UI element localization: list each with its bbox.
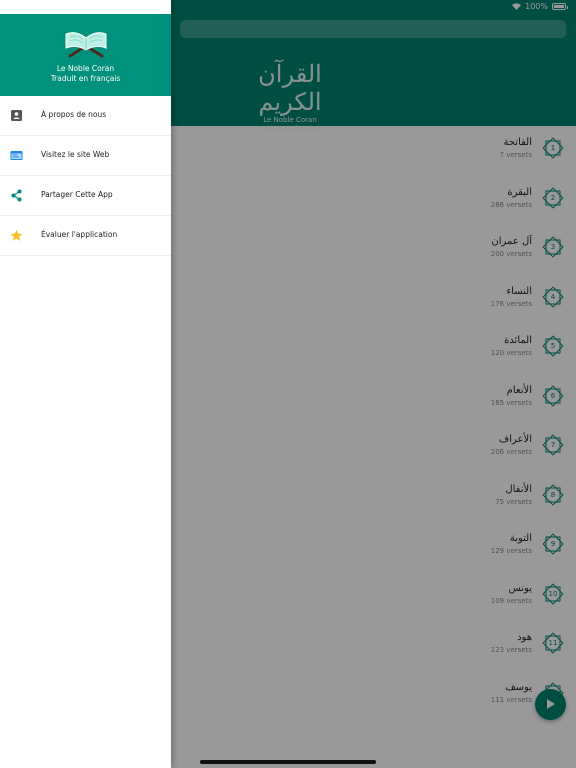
menu-item-rate[interactable]: Évaluer l'application — [0, 216, 171, 256]
drawer-title: Le Noble Coran Traduit en français — [0, 64, 171, 84]
menu-item-website[interactable]: Visitez le site Web — [0, 136, 171, 176]
open-book-icon — [65, 32, 107, 58]
star-icon — [10, 229, 23, 241]
drawer-menu: À propos de nous Visitez le site Web Par… — [0, 96, 171, 256]
contact-card-icon — [11, 110, 22, 121]
home-indicator[interactable] — [200, 760, 376, 764]
menu-item-label: Partager Cette App — [41, 190, 113, 199]
drawer-title-line2: Traduit en français — [50, 74, 121, 83]
navigation-drawer: Le Noble Coran Traduit en français À pro… — [0, 0, 171, 768]
menu-item-label: Évaluer l'application — [41, 230, 118, 239]
share-icon — [11, 189, 22, 202]
menu-item-label: Visitez le site Web — [41, 150, 110, 159]
menu-item-label: À propos de nous — [41, 110, 107, 119]
menu-item-share[interactable]: Partager Cette App — [0, 176, 171, 216]
web-browser-icon — [10, 151, 23, 160]
drawer-status-area — [0, 0, 171, 14]
menu-item-about[interactable]: À propos de nous — [0, 96, 171, 136]
drawer-title-line1: Le Noble Coran — [56, 64, 115, 73]
drawer-header: Le Noble Coran Traduit en français — [0, 14, 171, 96]
